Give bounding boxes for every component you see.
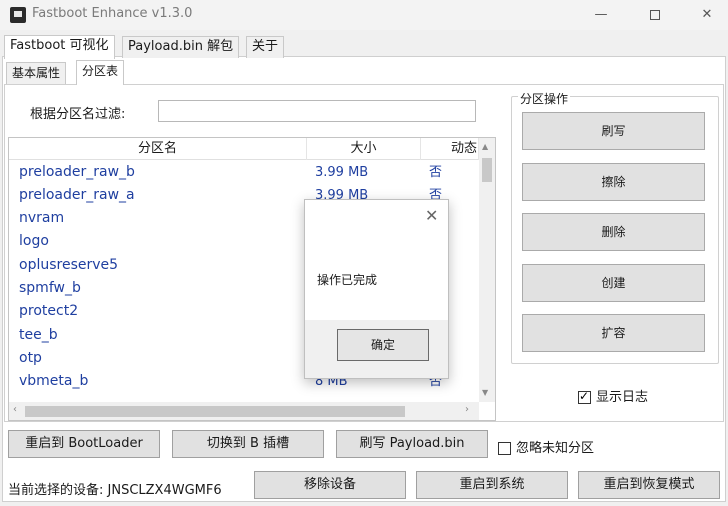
show-log-checkbox[interactable]: 显示日志 — [578, 386, 648, 405]
partition-name: spmfw_b — [19, 280, 81, 296]
flash-payload-button[interactable]: 刷写 Payload.bin — [336, 430, 488, 458]
partition-name: protect2 — [19, 303, 79, 319]
create-button[interactable]: 创建 — [522, 264, 705, 302]
filter-label: 根据分区名过滤: — [30, 107, 126, 122]
partition-name: preloader_raw_a — [19, 187, 135, 203]
partition-name: oplusreserve5 — [19, 257, 119, 273]
checkbox-icon[interactable] — [498, 442, 511, 455]
erase-button[interactable]: 擦除 — [522, 163, 705, 201]
resize-button[interactable]: 扩容 — [522, 314, 705, 352]
reboot-system-button[interactable]: 重启到系统 — [416, 471, 568, 499]
horizontal-scroll-thumb[interactable] — [25, 406, 405, 417]
window-title: Fastboot Enhance v1.3.0 — [32, 6, 193, 21]
reboot-recovery-button[interactable]: 重启到恢复模式 — [578, 471, 720, 499]
ignore-unknown-label: 忽略未知分区 — [516, 441, 595, 456]
dialog-close-icon[interactable]: ✕ — [425, 206, 438, 225]
ignore-unknown-checkbox[interactable]: 忽略未知分区 — [498, 437, 594, 456]
show-log-label: 显示日志 — [596, 390, 649, 405]
partition-dynamic: 否 — [429, 165, 443, 180]
list-header: 分区名 大小 动态 — [9, 138, 479, 160]
scroll-down-icon[interactable]: ▼ — [482, 388, 488, 397]
vertical-scrollbar[interactable]: ▲ ▼ — [479, 138, 495, 402]
flash-button[interactable]: 刷写 — [522, 112, 705, 150]
horizontal-scrollbar[interactable]: ‹ › — [9, 402, 479, 420]
column-header-name[interactable]: 分区名 — [9, 138, 307, 160]
switch-slot-button[interactable]: 切换到 B 插槽 — [172, 430, 324, 458]
maximize-icon — [650, 9, 660, 20]
vertical-scroll-thumb[interactable] — [482, 158, 492, 182]
partition-name: vbmeta_b — [19, 373, 89, 389]
partition-name: logo — [19, 233, 49, 249]
tab-payload[interactable]: Payload.bin 解包 — [122, 36, 240, 58]
scroll-up-icon[interactable]: ▲ — [482, 142, 488, 151]
list-item[interactable]: preloader_raw_b 3.99 MB 否 — [9, 161, 479, 184]
completion-dialog: ✕ 操作已完成 确定 — [304, 199, 449, 379]
partition-name: tee_b — [19, 327, 58, 343]
delete-button[interactable]: 删除 — [522, 213, 705, 251]
partition-name: preloader_raw_b — [19, 164, 135, 180]
tab-partition-table[interactable]: 分区表 — [76, 60, 125, 85]
scroll-right-icon[interactable]: › — [465, 404, 469, 415]
checkbox-icon[interactable] — [578, 389, 591, 404]
column-header-size[interactable]: 大小 — [307, 138, 421, 160]
ok-button[interactable]: 确定 — [337, 329, 429, 361]
dialog-footer: 确定 — [305, 320, 448, 378]
column-header-dynamic[interactable]: 动态 — [421, 138, 479, 160]
partition-ops-title: 分区操作 — [518, 90, 571, 107]
scroll-left-icon[interactable]: ‹ — [13, 404, 17, 415]
device-label: 当前选择的设备: JNSCLZX4WGMF6 — [8, 483, 222, 498]
app-icon — [10, 7, 26, 23]
filter-input[interactable] — [158, 100, 476, 122]
dialog-message: 操作已完成 — [317, 273, 378, 287]
remove-device-button[interactable]: 移除设备 — [254, 471, 406, 499]
tab-about[interactable]: 关于 — [246, 36, 285, 58]
tab-fastboot[interactable]: Fastboot 可视化 — [4, 35, 115, 59]
minimize-button[interactable]: — — [578, 0, 624, 30]
close-button[interactable]: ✕ — [684, 0, 728, 30]
partition-name: otp — [19, 350, 42, 366]
maximize-button[interactable] — [632, 0, 678, 30]
partition-size: 3.99 MB — [315, 165, 369, 180]
tab-basic-properties[interactable]: 基本属性 — [6, 62, 67, 84]
partition-name: nvram — [19, 210, 65, 226]
title-bar: Fastboot Enhance v1.3.0 — ✕ — [0, 0, 728, 30]
reboot-bootloader-button[interactable]: 重启到 BootLoader — [8, 430, 160, 458]
